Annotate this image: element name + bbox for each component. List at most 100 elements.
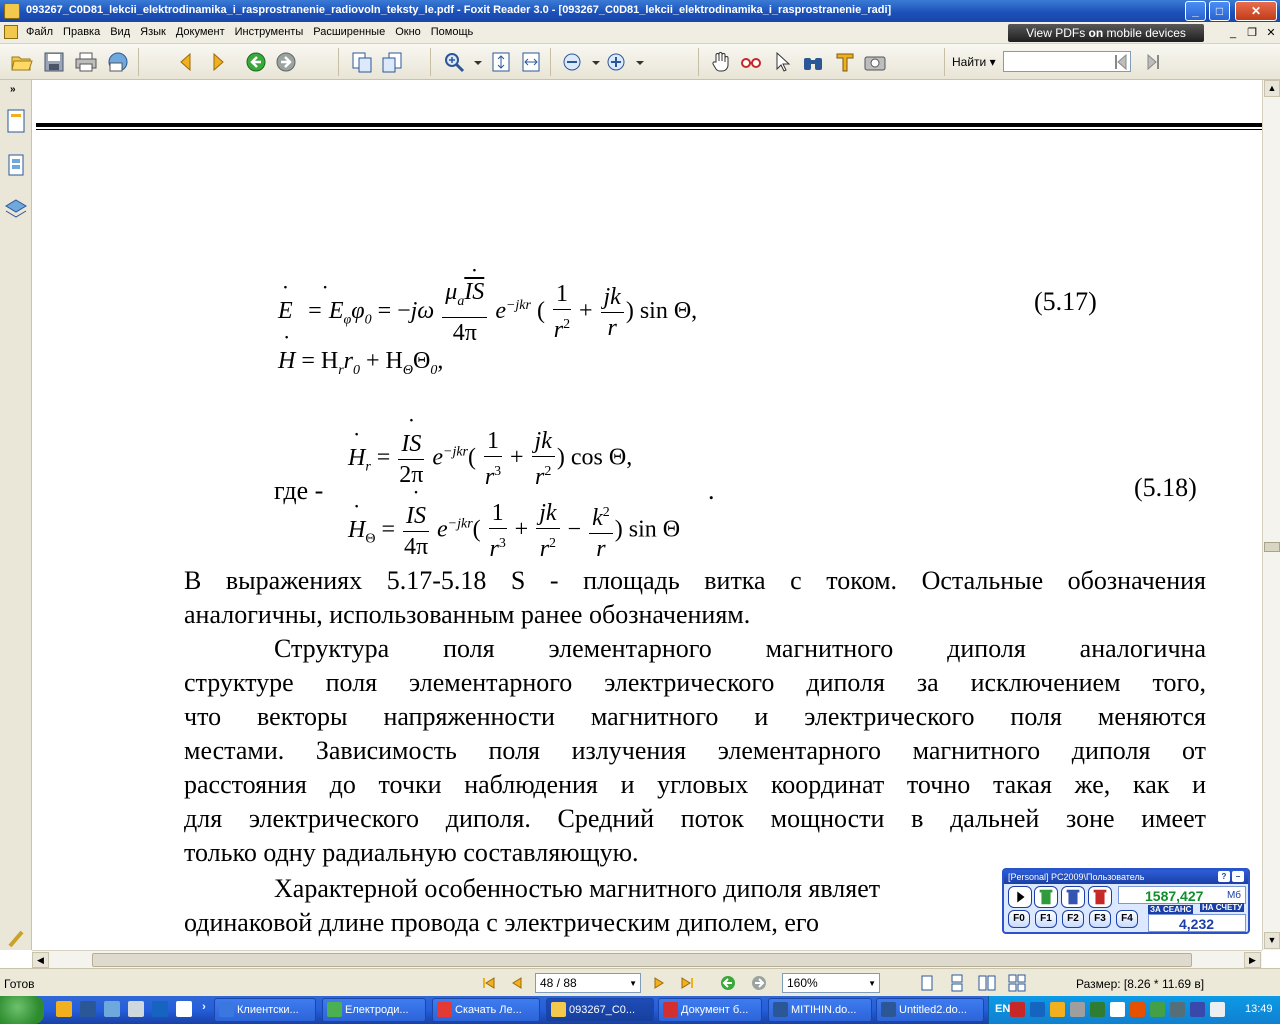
- single-page-icon[interactable]: [918, 974, 936, 992]
- mdi-minimize-button[interactable]: _: [1226, 26, 1240, 40]
- start-button[interactable]: [0, 996, 44, 1024]
- menu-tools[interactable]: Инструменты: [235, 26, 304, 38]
- attachment-icon[interactable]: [4, 926, 28, 952]
- menu-window[interactable]: Окно: [395, 26, 421, 38]
- page-number-field[interactable]: 48 / 88 ▼: [535, 973, 641, 993]
- zoom-plus-dropdown-icon[interactable]: [628, 50, 644, 74]
- f4-button[interactable]: F4: [1116, 910, 1138, 928]
- zoom-dropdown-icon[interactable]: [466, 50, 482, 74]
- expand-panel-icon[interactable]: »: [10, 84, 16, 95]
- facing-pages-icon[interactable]: [978, 974, 996, 992]
- continuous-page-icon[interactable]: [948, 974, 966, 992]
- menu-language[interactable]: Язык: [140, 26, 166, 38]
- fit-width-icon[interactable]: [519, 50, 543, 74]
- pages-panel-icon[interactable]: [4, 108, 28, 134]
- zoom-level-field[interactable]: 160% ▼: [782, 973, 880, 993]
- zoom-out-icon[interactable]: [560, 50, 584, 74]
- menu-help[interactable]: Помощь: [431, 26, 474, 38]
- f2-button[interactable]: F2: [1062, 910, 1084, 928]
- trash-green-icon[interactable]: [1034, 886, 1058, 908]
- quicklaunch-icon-2[interactable]: [80, 1001, 96, 1017]
- zoom-in-icon[interactable]: [442, 50, 466, 74]
- find-next-icon[interactable]: [1140, 50, 1164, 74]
- widget-minimize-button[interactable]: −: [1232, 871, 1244, 882]
- status-back-icon[interactable]: [719, 974, 737, 992]
- f3-button[interactable]: F3: [1089, 910, 1111, 928]
- go-next-view-icon[interactable]: [244, 50, 268, 74]
- mdi-restore-button[interactable]: ❐: [1245, 26, 1259, 40]
- zoom-plus-icon[interactable]: [604, 50, 628, 74]
- menu-advanced[interactable]: Расширенные: [313, 26, 385, 38]
- scroll-left-icon[interactable]: ◀: [32, 952, 49, 968]
- tray-icon-7[interactable]: [1130, 1002, 1145, 1017]
- layers-panel-icon[interactable]: [4, 196, 28, 222]
- snapshot-icon[interactable]: [863, 50, 887, 74]
- tray-icon-5[interactable]: [1090, 1002, 1105, 1017]
- tray-icon-4[interactable]: [1070, 1002, 1085, 1017]
- f1-button[interactable]: F1: [1035, 910, 1057, 928]
- trash-blue-icon[interactable]: [1061, 886, 1085, 908]
- status-forward-icon[interactable]: [750, 974, 768, 992]
- menu-document[interactable]: Документ: [176, 26, 225, 38]
- tray-icon-10[interactable]: [1190, 1002, 1205, 1017]
- quicklaunch-icon-3[interactable]: [104, 1001, 120, 1017]
- go-prev-view-icon[interactable]: [274, 50, 298, 74]
- fit-page-icon[interactable]: [489, 50, 513, 74]
- save-icon[interactable]: [42, 50, 66, 74]
- first-page-icon[interactable]: [480, 974, 498, 992]
- tray-icon-2[interactable]: [1030, 1002, 1045, 1017]
- next-page-icon[interactable]: [650, 974, 668, 992]
- tray-icon-9[interactable]: [1170, 1002, 1185, 1017]
- text-select-icon[interactable]: [833, 50, 857, 74]
- taskbar-item-3[interactable]: Скачать Ле...: [432, 998, 540, 1022]
- back-arrow-icon[interactable]: [174, 50, 198, 74]
- hand-tool-icon[interactable]: [709, 50, 733, 74]
- scroll-right-icon[interactable]: ▶: [1244, 952, 1261, 968]
- menu-edit[interactable]: Правка: [63, 26, 100, 38]
- glasses-icon[interactable]: [739, 50, 763, 74]
- tray-icon-11[interactable]: [1210, 1002, 1225, 1017]
- last-page-icon[interactable]: [678, 974, 696, 992]
- widget-help-button[interactable]: ?: [1218, 871, 1230, 882]
- extract-page-icon[interactable]: [350, 50, 374, 74]
- trash-red-icon[interactable]: [1088, 886, 1112, 908]
- quicklaunch-icon-5[interactable]: [152, 1001, 168, 1017]
- select-arrow-icon[interactable]: [771, 50, 795, 74]
- quicklaunch-more-icon[interactable]: ›: [196, 1001, 212, 1017]
- open-icon[interactable]: [10, 50, 34, 74]
- prev-page-icon[interactable]: [508, 974, 526, 992]
- tray-icon-3[interactable]: [1050, 1002, 1065, 1017]
- scroll-up-icon[interactable]: ▲: [1264, 80, 1280, 97]
- find-label[interactable]: Найти ▾: [952, 55, 996, 69]
- taskbar-item-2[interactable]: Електроди...: [322, 998, 426, 1022]
- mobile-promo-banner[interactable]: View PDFs on mobile devices: [1008, 24, 1204, 42]
- taskbar-item-1[interactable]: Клиентски...: [214, 998, 316, 1022]
- thumbnails-panel-icon[interactable]: [4, 152, 28, 178]
- close-button[interactable]: ✕: [1235, 1, 1277, 21]
- maximize-button[interactable]: □: [1209, 1, 1230, 21]
- document-menu-icon[interactable]: [4, 25, 18, 39]
- taskbar-item-6[interactable]: MITIHIN.do...: [768, 998, 872, 1022]
- menu-view[interactable]: Вид: [110, 26, 130, 38]
- horizontal-scrollbar[interactable]: ◀ ▶: [32, 950, 1262, 968]
- quicklaunch-icon-6[interactable]: [176, 1001, 192, 1017]
- f0-button[interactable]: F0: [1008, 910, 1030, 928]
- zoom-out-dropdown-icon[interactable]: [584, 50, 600, 74]
- quicklaunch-icon-4[interactable]: [128, 1001, 144, 1017]
- taskbar-item-4[interactable]: 093267_C0...: [546, 998, 654, 1022]
- find-prev-icon[interactable]: [1110, 50, 1134, 74]
- menu-file[interactable]: Файл: [26, 26, 53, 38]
- taskbar-item-7[interactable]: Untitled2.do...: [876, 998, 984, 1022]
- app-icon[interactable]: [4, 3, 20, 19]
- print-icon[interactable]: [74, 50, 98, 74]
- document-view[interactable]: E = Eφφ0 = −jω μaIS4π e−jkr ( 1r2 + jkr)…: [32, 80, 1262, 950]
- scroll-down-icon[interactable]: ▼: [1264, 932, 1280, 949]
- traffic-meter-widget[interactable]: [Personal] PC2009\Пользователь ? − 1587,…: [1002, 868, 1250, 934]
- taskbar-item-5[interactable]: Документ б...: [658, 998, 762, 1022]
- continuous-facing-icon[interactable]: [1008, 974, 1026, 992]
- rotate-page-icon[interactable]: [380, 50, 404, 74]
- quicklaunch-icon-1[interactable]: [56, 1001, 72, 1017]
- horizontal-scroll-thumb[interactable]: [92, 953, 1192, 967]
- vertical-scroll-thumb[interactable]: [1264, 542, 1280, 552]
- email-icon[interactable]: [106, 50, 130, 74]
